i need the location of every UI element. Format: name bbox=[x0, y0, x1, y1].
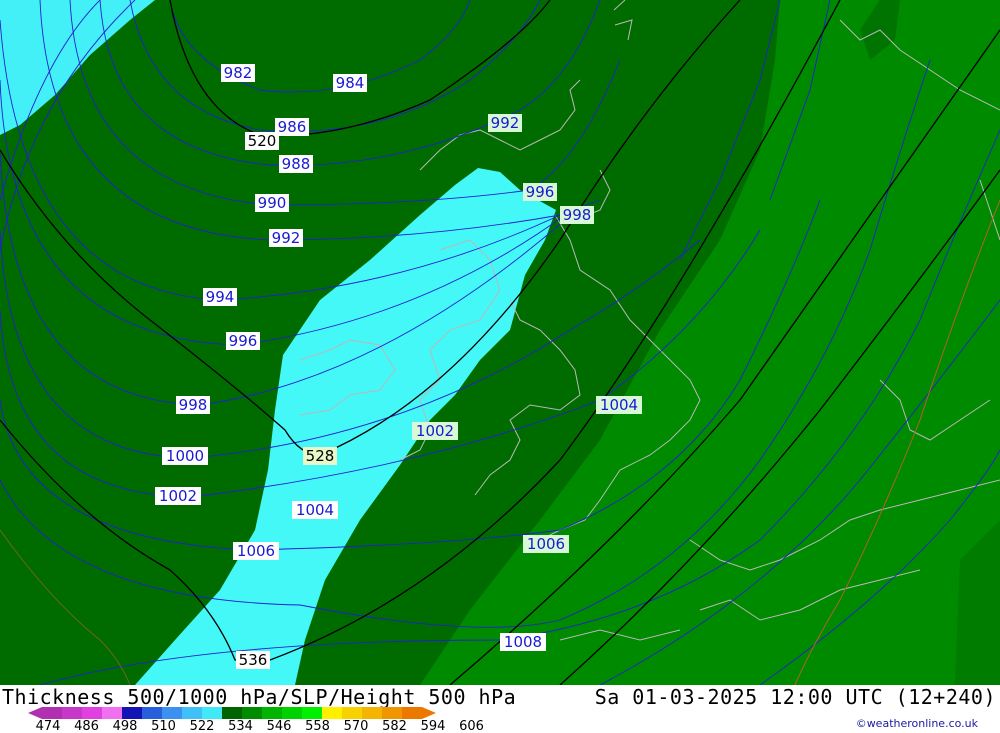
svg-text:528: 528 bbox=[306, 447, 335, 465]
isobar-label: 996 bbox=[226, 332, 260, 350]
weather-map: 982 984 986 988 990 992 992 994 996 996 … bbox=[0, 0, 1000, 685]
svg-text:1006: 1006 bbox=[527, 535, 565, 553]
height-label: 520 bbox=[245, 132, 279, 150]
colorbar-swatch bbox=[342, 707, 362, 719]
svg-text:536: 536 bbox=[239, 651, 268, 669]
svg-text:996: 996 bbox=[229, 332, 258, 350]
colorbar-swatch bbox=[282, 707, 302, 719]
isobar-label: 988 bbox=[279, 155, 313, 173]
colorbar-tick-label: 510 bbox=[151, 719, 176, 731]
colorbar-arrow-right bbox=[422, 707, 436, 719]
colorbar-swatch bbox=[122, 707, 142, 719]
colorbar-tick-label: 594 bbox=[421, 719, 446, 731]
colorbar-swatch bbox=[262, 707, 282, 719]
colorbar-swatch bbox=[162, 707, 182, 719]
svg-text:990: 990 bbox=[258, 194, 287, 212]
isobar-label: 1006 bbox=[233, 542, 279, 560]
height-label: 528 bbox=[303, 447, 337, 465]
svg-text:996: 996 bbox=[526, 183, 555, 201]
isobar-label: 1002 bbox=[412, 422, 458, 440]
svg-text:984: 984 bbox=[336, 74, 365, 92]
valid-time: Sa 01-03-2025 12:00 UTC (12+240) bbox=[594, 685, 996, 709]
colorbar-tick-label: 546 bbox=[267, 719, 292, 731]
isobar-label: 986 bbox=[275, 118, 309, 136]
colorbar-swatch bbox=[102, 707, 122, 719]
colorbar-tick-label: 474 bbox=[36, 719, 61, 731]
svg-text:992: 992 bbox=[272, 229, 301, 247]
svg-text:998: 998 bbox=[179, 396, 208, 414]
isobar-label: 1008 bbox=[500, 633, 546, 651]
isobar-label: 982 bbox=[221, 64, 255, 82]
colorbar-swatch bbox=[142, 707, 162, 719]
colorbar-tick-label: 498 bbox=[113, 719, 138, 731]
svg-text:1000: 1000 bbox=[166, 447, 204, 465]
colorbar-swatch bbox=[42, 707, 62, 719]
colorbar-tick-label: 582 bbox=[382, 719, 407, 731]
svg-text:994: 994 bbox=[206, 288, 235, 306]
svg-text:1002: 1002 bbox=[159, 487, 197, 505]
colorbar-swatch bbox=[62, 707, 82, 719]
isobar-label: 998 bbox=[560, 206, 594, 224]
colorbar-swatch bbox=[82, 707, 102, 719]
colorbar-swatch bbox=[302, 707, 322, 719]
isobar-label: 992 bbox=[488, 114, 522, 132]
colorbar-swatch bbox=[182, 707, 202, 719]
svg-text:988: 988 bbox=[282, 155, 311, 173]
isobar-label: 1004 bbox=[596, 396, 642, 414]
svg-text:982: 982 bbox=[224, 64, 253, 82]
isobar-label: 992 bbox=[269, 229, 303, 247]
svg-text:992: 992 bbox=[491, 114, 520, 132]
isobar-label: 996 bbox=[523, 183, 557, 201]
colorbar-tick-label: 558 bbox=[305, 719, 330, 731]
isobar-label: 1000 bbox=[162, 447, 208, 465]
svg-text:1004: 1004 bbox=[600, 396, 638, 414]
isobar-label: 1002 bbox=[155, 487, 201, 505]
colorbar: 474 486 498 510 522 534 546 558 570 582 594 606 bbox=[28, 707, 484, 731]
svg-text:1004: 1004 bbox=[296, 501, 334, 519]
colorbar-tick-label: 606 bbox=[459, 719, 484, 731]
colorbar-tick-label: 486 bbox=[74, 719, 99, 731]
svg-text:986: 986 bbox=[278, 118, 307, 136]
svg-text:1008: 1008 bbox=[504, 633, 542, 651]
credit-link[interactable]: ©weatheronline.co.uk bbox=[856, 717, 978, 730]
svg-text:1006: 1006 bbox=[237, 542, 275, 560]
colorbar-tick-label: 522 bbox=[190, 719, 215, 731]
isobar-label: 994 bbox=[203, 288, 237, 306]
colorbar-swatch bbox=[382, 707, 402, 719]
colorbar-tick-label: 534 bbox=[228, 719, 253, 731]
colorbar-swatches bbox=[28, 707, 436, 719]
svg-text:1002: 1002 bbox=[416, 422, 454, 440]
isobar-label: 998 bbox=[176, 396, 210, 414]
isobar-label: 1006 bbox=[523, 535, 569, 553]
colorbar-swatch bbox=[362, 707, 382, 719]
colorbar-ticks: 474 486 498 510 522 534 546 558 570 582 594 606 bbox=[36, 719, 484, 731]
svg-text:998: 998 bbox=[563, 206, 592, 224]
isobar-label: 990 bbox=[255, 194, 289, 212]
isobar-label: 984 bbox=[333, 74, 367, 92]
isobar-label: 1004 bbox=[292, 501, 338, 519]
colorbar-tick-label: 570 bbox=[344, 719, 369, 731]
height-label: 536 bbox=[236, 651, 270, 669]
svg-text:520: 520 bbox=[248, 132, 277, 150]
colorbar-swatch bbox=[202, 707, 222, 719]
colorbar-arrow-left bbox=[28, 707, 42, 719]
map-footer: Thickness 500/1000 hPa/SLP/Height 500 hP… bbox=[0, 685, 1000, 733]
colorbar-swatch bbox=[242, 707, 262, 719]
colorbar-swatch bbox=[402, 707, 422, 719]
colorbar-swatch bbox=[322, 707, 342, 719]
colorbar-swatch bbox=[222, 707, 242, 719]
